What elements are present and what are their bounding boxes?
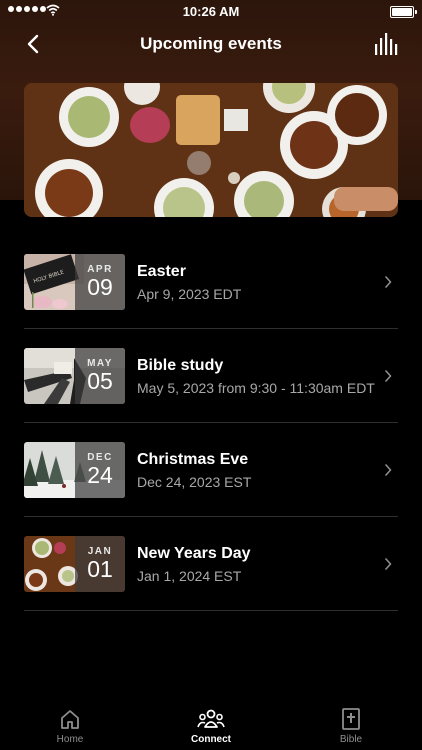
event-date-badge: DEC 24 xyxy=(75,442,125,498)
event-thumbnail: DEC 24 xyxy=(24,442,125,498)
event-row-easter[interactable]: HOLY BIBLE APR 09 Easter Apr 9, 2023 EDT xyxy=(24,235,398,329)
event-date: Apr 9, 2023 EDT xyxy=(137,286,242,302)
nav-bar: Upcoming events xyxy=(0,24,422,64)
event-title: Easter xyxy=(137,263,186,280)
event-title: Christmas Eve xyxy=(137,451,249,468)
event-title: New Years Day xyxy=(137,545,251,562)
event-list: HOLY BIBLE APR 09 Easter Apr 9, 2023 EDT xyxy=(24,235,398,611)
chevron-right-icon xyxy=(385,558,392,570)
bar-chart-icon[interactable] xyxy=(374,32,400,56)
page-title: Upcoming events xyxy=(140,34,282,53)
event-title: Bible study xyxy=(137,357,224,374)
event-row-bible-study[interactable]: MAY 05 Bible study May 5, 2023 from 9:30… xyxy=(24,329,398,423)
tab-label: Bible xyxy=(339,734,363,745)
tab-label: Connect xyxy=(191,734,231,745)
event-date: May 5, 2023 from 9:30 - 11:30am EDT xyxy=(137,380,375,396)
event-thumbnail: HOLY BIBLE APR 09 xyxy=(24,254,125,310)
event-date-badge: APR 09 xyxy=(75,254,125,310)
home-icon xyxy=(61,710,79,729)
tab-connect[interactable]: Connect xyxy=(171,708,251,745)
people-icon xyxy=(197,709,225,728)
event-day: 05 xyxy=(87,368,113,394)
event-date-badge: MAY 05 xyxy=(75,348,125,404)
chevron-right-icon xyxy=(385,464,392,476)
tab-label: Home xyxy=(56,734,84,745)
tab-home[interactable]: Home xyxy=(30,708,110,745)
event-row-christmas-eve[interactable]: DEC 24 Christmas Eve Dec 24, 2023 EST xyxy=(24,423,398,517)
event-date: Jan 1, 2024 EST xyxy=(137,568,242,584)
tab-bar: Home Connect Bible xyxy=(0,700,422,750)
chevron-right-icon xyxy=(385,276,392,288)
event-row-new-years-day[interactable]: JAN 01 New Years Day Jan 1, 2024 EST xyxy=(24,517,398,611)
event-day: 01 xyxy=(87,556,113,582)
event-thumbnail: JAN 01 xyxy=(24,536,125,592)
status-bar: 10:26 AM xyxy=(0,0,422,24)
chevron-right-icon xyxy=(385,370,392,382)
hero-image xyxy=(24,83,398,217)
tab-bible[interactable]: Bible xyxy=(311,708,391,745)
food-table-image xyxy=(24,83,398,217)
battery-icon xyxy=(390,6,417,18)
event-date: Dec 24, 2023 EST xyxy=(137,474,252,490)
event-thumbnail: MAY 05 xyxy=(24,348,125,404)
event-date-badge: JAN 01 xyxy=(75,536,125,592)
bible-icon xyxy=(342,708,360,730)
event-day: 24 xyxy=(87,462,113,488)
event-day: 09 xyxy=(87,274,113,300)
status-time: 10:26 AM xyxy=(182,4,240,19)
